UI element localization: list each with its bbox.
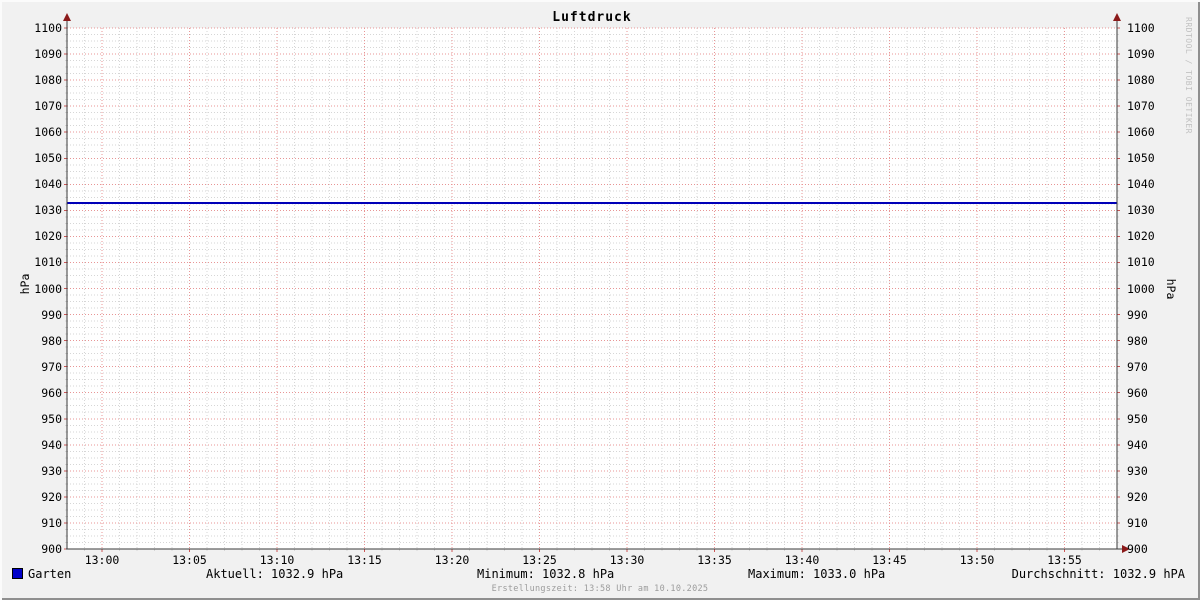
- y-tick-label: 900: [1127, 542, 1148, 556]
- y-tick-label: 1080: [1127, 73, 1155, 88]
- y-tick-label: 1100: [1127, 21, 1155, 35]
- y-tick-label: 970: [1127, 359, 1148, 374]
- y-tick-label: 970: [41, 359, 62, 374]
- y-tick-label: 1060: [1127, 125, 1155, 140]
- series-color-swatch: [12, 568, 23, 579]
- y-tick-label: 930: [41, 463, 62, 478]
- chart-canvas: [63, 13, 1130, 553]
- x-tick-label: 13:05: [172, 553, 207, 567]
- x-tick-label: 13:20: [434, 553, 470, 567]
- y-axis-unit-right: hPa: [1164, 278, 1178, 300]
- y-tick-label: 950: [1127, 411, 1148, 426]
- legend-stat-aktuell: Aktuell: 1032.9 hPa: [206, 567, 344, 581]
- y-tick-label: 990: [41, 307, 62, 322]
- y-tick-label: 940: [1127, 437, 1148, 452]
- legend-series-label: Garten: [28, 567, 72, 581]
- y-tick-label: 960: [1127, 385, 1148, 400]
- y-tick-label: 1070: [1127, 99, 1155, 114]
- x-tick-label: 13:50: [959, 553, 995, 567]
- y-tick-label: 1080: [34, 73, 62, 88]
- y-tick-label: 920: [41, 489, 62, 504]
- y-tick-label: 1020: [1127, 229, 1155, 244]
- x-tick-label: 13:25: [522, 553, 557, 567]
- x-tick-label: 13:40: [784, 553, 820, 567]
- y-tick-label: 1050: [34, 151, 62, 166]
- y-tick-label: 1030: [34, 203, 62, 218]
- y-tick-label: 1040: [34, 177, 62, 192]
- y-tick-label: 1030: [1127, 203, 1155, 218]
- y-tick-label: 910: [41, 515, 62, 530]
- legend-stat-minimum: Minimum: 1032.8 hPa: [477, 567, 615, 581]
- creation-timestamp: Erstellungszeit: 13:58 Uhr am 10.10.2025: [491, 584, 709, 594]
- y-tick-label: 910: [1127, 515, 1148, 530]
- x-tick-label: 13:30: [609, 553, 645, 567]
- legend-stat-average: Durchschnitt: 1032.9 hPA: [1011, 567, 1185, 581]
- x-tick-label: 13:15: [347, 553, 382, 567]
- y-tick-label: 990: [1127, 307, 1148, 322]
- y-tick-label: 950: [41, 411, 62, 426]
- x-tick-label: 13:45: [872, 553, 907, 567]
- y-tick-label: 980: [41, 333, 62, 348]
- y-tick-label: 1050: [1127, 151, 1155, 166]
- x-tick-label: 13:00: [84, 553, 120, 567]
- y-tick-label: 1010: [1127, 255, 1155, 270]
- y-axis-unit-left: hPa: [18, 273, 32, 295]
- x-tick-label: 13:55: [1047, 553, 1082, 567]
- y-tick-label: 1040: [1127, 177, 1155, 192]
- y-tick-label: 960: [41, 385, 62, 400]
- y-tick-label: 900: [41, 542, 62, 556]
- y-tick-label: 920: [1127, 489, 1148, 504]
- legend-stat-maximum: Maximum: 1033.0 hPa: [748, 567, 886, 581]
- y-tick-label: 1020: [34, 229, 62, 244]
- y-tick-label: 1100: [34, 21, 62, 35]
- y-tick-label: 940: [41, 437, 62, 452]
- y-tick-label: 1070: [34, 99, 62, 114]
- y-tick-label: 980: [1127, 333, 1148, 348]
- y-tick-label: 1090: [1127, 47, 1155, 62]
- x-tick-label: 13:10: [259, 553, 295, 567]
- legend-row: Garten Aktuell: 1032.9 hPa Minimum: 1032…: [0, 567, 1200, 582]
- x-tick-label: 13:35: [697, 553, 732, 567]
- rrdtool-pressure-graph: Luftdruck 1100 1090 1080 1070 1060 1050 1040 10…: [0, 0, 1200, 600]
- y-tick-label: 930: [1127, 463, 1148, 478]
- y-tick-label: 1090: [34, 47, 62, 62]
- y-tick-label: 1060: [34, 125, 62, 140]
- rrdtool-watermark: RRDTOOL / TOBI OETIKER: [1184, 17, 1193, 134]
